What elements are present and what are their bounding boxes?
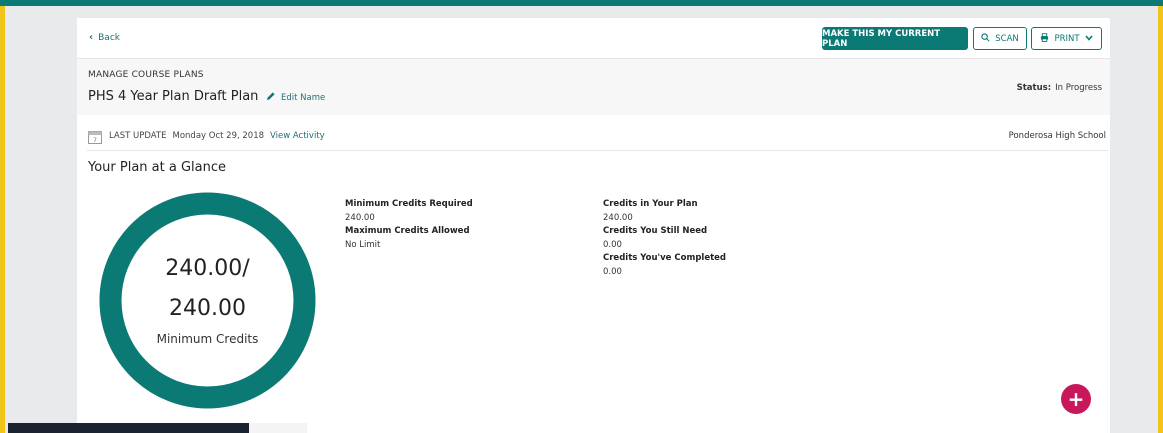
max-credits-value: No Limit xyxy=(345,239,381,250)
status-value: In Progress xyxy=(1055,83,1102,93)
ring-caption: Minimum Credits xyxy=(156,332,259,346)
last-update-label: LAST UPDATE xyxy=(109,131,167,141)
plan-status: Status: In Progress xyxy=(1017,83,1102,93)
max-credits-label: Maximum Credits Allowed xyxy=(345,226,470,236)
plan-info-section: MANAGE COURSE PLANS PHS 4 Year Plan Draf… xyxy=(77,59,1110,115)
completed-value: 0.00 xyxy=(603,266,622,277)
chevron-down-icon xyxy=(1084,34,1093,44)
svg-text:7: 7 xyxy=(93,137,97,144)
add-button[interactable]: + xyxy=(1061,384,1091,414)
ring-label: 240.00/ 240.00 Minimum Credits xyxy=(99,192,316,409)
chevron-left-icon: ‹ xyxy=(89,32,94,43)
back-label: Back xyxy=(98,32,120,43)
ring-credits-required: 240.00 xyxy=(169,296,246,321)
edit-name-link[interactable]: Edit Name xyxy=(266,91,325,104)
make-current-plan-button[interactable]: MAKE THIS MY CURRENT PLAN xyxy=(822,27,968,50)
status-label: Status: xyxy=(1016,83,1052,93)
back-link[interactable]: ‹ Back xyxy=(89,32,120,43)
header-bar: ‹ Back MAKE THIS MY CURRENT PLAN SCAN PR… xyxy=(77,18,1110,59)
plan-credits-label: Credits in Your Plan xyxy=(603,199,698,209)
section-label: MANAGE COURSE PLANS xyxy=(88,70,204,80)
taskbar-dark-region xyxy=(8,423,249,433)
ring-credits-in-plan: 240.00/ xyxy=(165,256,250,281)
completed-label: Credits You've Completed xyxy=(603,253,727,263)
last-update-text: LAST UPDATE Monday Oct 29, 2018 View Activ… xyxy=(109,131,325,141)
print-label: PRINT xyxy=(1054,33,1080,44)
min-credits-value: 240.00 xyxy=(345,212,375,223)
edit-name-label: Edit Name xyxy=(281,92,326,103)
printer-icon xyxy=(1040,32,1049,45)
plan-title: PHS 4 Year Plan Draft Plan xyxy=(88,89,259,104)
progress-column: Credits in Your Plan 240.00 Credits You … xyxy=(603,198,726,279)
last-update-row: 7 LAST UPDATE Monday Oct 29, 2018 View Act… xyxy=(87,122,1108,151)
requirements-column: Minimum Credits Required 240.00 Maximum … xyxy=(345,198,473,252)
taskbar-light-region xyxy=(249,423,307,433)
plan-card: ‹ Back MAKE THIS MY CURRENT PLAN SCAN PR… xyxy=(77,18,1110,433)
calendar-icon: 7 xyxy=(88,129,102,144)
pencil-icon xyxy=(266,91,276,104)
print-button[interactable]: PRINT xyxy=(1031,27,1102,50)
view-activity-link[interactable]: View Activity xyxy=(270,131,325,141)
min-credits-label: Minimum Credits Required xyxy=(345,199,473,209)
scan-label: SCAN xyxy=(995,33,1019,44)
scan-icon xyxy=(981,32,990,45)
scan-button[interactable]: SCAN xyxy=(973,27,1027,50)
school-name: Ponderosa High School xyxy=(1008,131,1106,141)
last-update-date: Monday Oct 29, 2018 xyxy=(172,131,265,141)
plan-credits-value: 240.00 xyxy=(603,212,633,223)
still-need-value: 0.00 xyxy=(603,239,622,250)
still-need-label: Credits You Still Need xyxy=(603,226,708,236)
glance-heading: Your Plan at a Glance xyxy=(88,160,227,175)
